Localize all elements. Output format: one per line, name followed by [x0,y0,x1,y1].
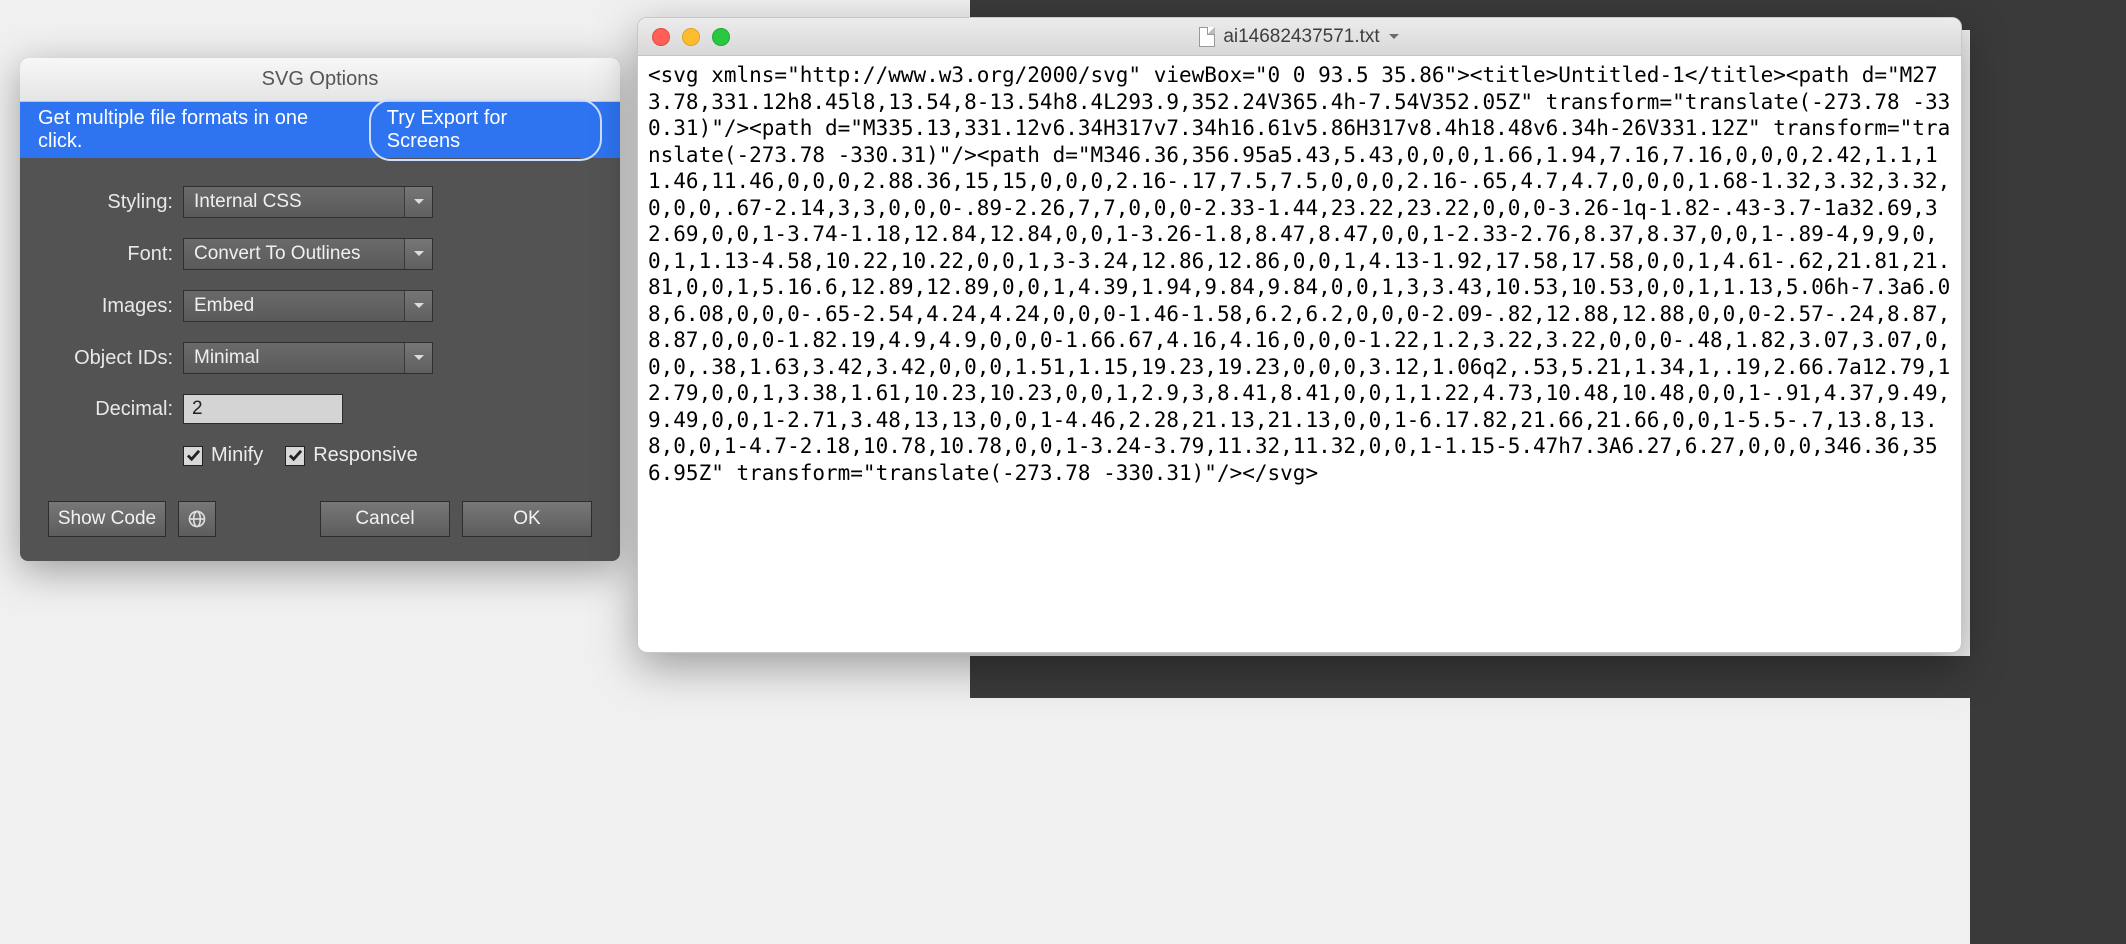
font-label: Font: [48,243,173,266]
responsive-checkbox-label: Responsive [313,444,418,467]
dialog-titlebar: SVG Options [20,58,620,102]
responsive-checkbox[interactable]: Responsive [285,444,418,467]
styling-select[interactable]: Internal CSS [183,186,433,218]
code-preview-title[interactable]: ai14682437571.txt [638,26,1961,48]
decimal-label: Decimal: [48,398,173,421]
code-preview-window: ai14682437571.txt <svg xmlns="http://www… [637,17,1962,653]
cancel-button[interactable]: Cancel [320,501,450,537]
images-select[interactable]: Embed [183,290,433,322]
decimal-input[interactable] [183,394,343,424]
minify-checkbox-label: Minify [211,444,263,467]
chevron-down-icon [1388,33,1400,41]
code-preview-filename: ai14682437571.txt [1223,26,1379,48]
code-preview-content[interactable]: <svg xmlns="http://www.w3.org/2000/svg" … [638,56,1961,652]
file-icon [1199,27,1215,47]
objectids-select[interactable]: Minimal [183,342,433,374]
chevron-down-icon [404,187,432,217]
checkmark-icon [183,446,203,466]
chevron-down-icon [404,239,432,269]
objectids-select-value: Minimal [194,347,259,369]
font-select-value: Convert To Outlines [194,243,361,265]
font-select[interactable]: Convert To Outlines [183,238,433,270]
styling-select-value: Internal CSS [194,191,302,213]
promo-banner: Get multiple file formats in one click. … [20,102,620,158]
objectids-label: Object IDs: [48,347,173,370]
window-traffic-lights [652,28,730,46]
svg-options-dialog: SVG Options Get multiple file formats in… [20,58,620,561]
promo-banner-text: Get multiple file formats in one click. [38,107,355,153]
background-strip-bottom [970,656,2126,698]
zoom-window-button[interactable] [712,28,730,46]
checkmark-icon [285,446,305,466]
globe-icon [187,509,207,529]
close-window-button[interactable] [652,28,670,46]
minimize-window-button[interactable] [682,28,700,46]
minify-checkbox[interactable]: Minify [183,444,263,467]
chevron-down-icon [404,291,432,321]
dialog-title: SVG Options [262,68,379,91]
preview-in-browser-button[interactable] [178,501,216,537]
show-code-button[interactable]: Show Code [48,501,166,537]
code-preview-titlebar: ai14682437571.txt [638,18,1961,56]
try-export-for-screens-button[interactable]: Try Export for Screens [369,99,602,161]
images-select-value: Embed [194,295,254,317]
ok-button[interactable]: OK [462,501,592,537]
images-label: Images: [48,295,173,318]
styling-label: Styling: [48,191,173,214]
background-strip-right [1970,30,2126,944]
chevron-down-icon [404,343,432,373]
